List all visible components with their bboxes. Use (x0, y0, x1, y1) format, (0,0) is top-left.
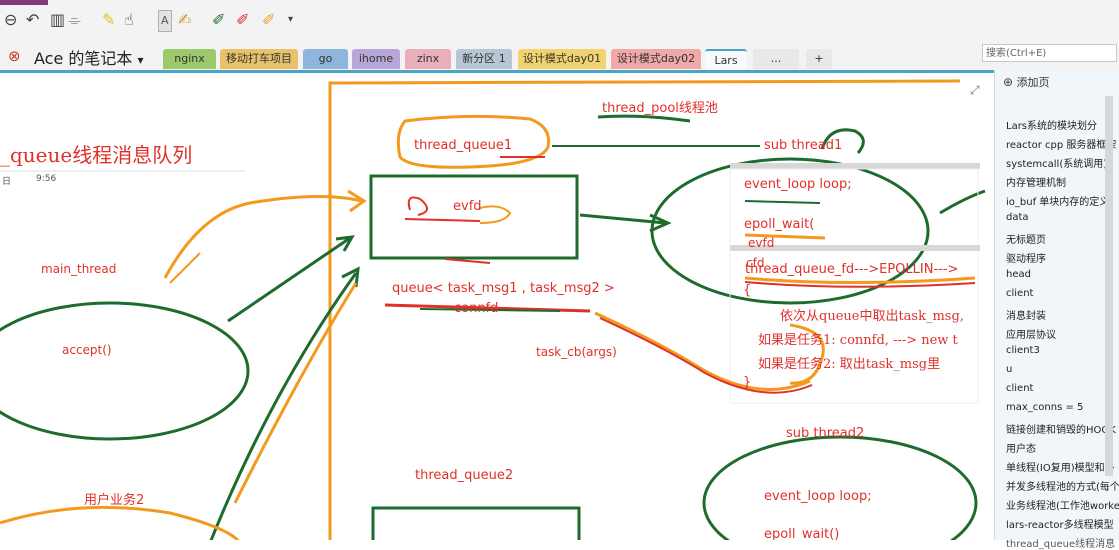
epollin-underline (744, 276, 976, 284)
page-item[interactable]: u (1006, 364, 1012, 375)
evfd-underline (404, 218, 481, 222)
notebook-icon[interactable]: ⊗ (8, 47, 21, 65)
code-epoll-wait2: epoll_wait() (764, 527, 840, 540)
page-item[interactable]: max_conns = 5 (1006, 402, 1083, 413)
pen-red-icon[interactable]: ✐ (236, 10, 249, 30)
tab-6[interactable]: 设计模式day01 (518, 49, 606, 69)
search-input[interactable]: 搜索(Ctrl+E) (982, 44, 1117, 62)
tab-10[interactable]: + (806, 49, 832, 69)
page-item[interactable]: reactor cpp 服务器框架 (1006, 136, 1116, 151)
page-item[interactable]: client (1006, 383, 1033, 394)
page-item[interactable]: head (1006, 269, 1031, 280)
evfd-loop (407, 196, 428, 216)
label-connfd: connfd (454, 301, 499, 316)
page-item[interactable]: 应用层协议 (1006, 326, 1056, 341)
label-queue-msg: queue< task_msg1 , task_msg2 > (392, 281, 615, 296)
plus-circle-icon: ⊕ (1003, 75, 1014, 89)
tab-0[interactable]: nginx (163, 49, 216, 69)
code-event-loop2: event_loop loop; (764, 489, 872, 504)
label-evfd: evfd (453, 199, 482, 214)
code-thread-queue-fd: thread_queue_fd--->EPOLLIN---> (745, 262, 959, 277)
tab-2[interactable]: go (303, 49, 348, 69)
add-page-button[interactable]: ⊕ 添加页 (1003, 74, 1050, 90)
accept-ellipse (0, 301, 250, 441)
code-panel-top (730, 163, 980, 169)
taskcb-curve (594, 311, 811, 391)
code-task2: 如果是任务2: 取出task_msg里 (758, 357, 941, 372)
notebook-title: Ace 的笔记本 (34, 49, 133, 68)
pen-orange-icon[interactable]: ✐ (262, 10, 275, 30)
page-item[interactable]: 驱动程序 (1006, 250, 1046, 265)
queue2-box (371, 506, 581, 540)
main-orange-arrow (163, 194, 363, 279)
back-icon[interactable]: ⊖ (4, 10, 17, 30)
code-brace-close: } (743, 375, 752, 390)
lasso-icon[interactable]: ⌯ (68, 10, 81, 30)
page-title: _queue线程消息队列 (0, 143, 193, 167)
label-thread-queue1: thread_queue1 (414, 138, 513, 153)
label-user-task2: 用户业务2 (84, 493, 145, 508)
tab-3[interactable]: ihome (352, 49, 400, 69)
highlighter-icon[interactable]: ✎ (102, 10, 115, 30)
evfd-orange (479, 205, 512, 224)
code-take-msg: 依次从queue中取出task_msg, (780, 309, 964, 324)
touch-icon[interactable]: ☝ (124, 10, 134, 30)
tab-5[interactable]: 新分区 1 (456, 49, 512, 69)
tab-7[interactable]: 设计模式day02 (611, 49, 701, 69)
label-thread-queue2: thread_queue2 (415, 468, 514, 483)
page-item[interactable]: 业务线程池(工作池worke (1006, 497, 1119, 512)
code-brace-open: { (743, 283, 752, 298)
page-item[interactable]: thread_queue线程消息 (1006, 535, 1115, 550)
add-page-label: 添加页 (1016, 76, 1050, 89)
view-icon[interactable]: ▥ (50, 10, 65, 30)
page-item[interactable]: io_buf 单块内存的定义 (1006, 193, 1109, 208)
lower-orange-arrow (233, 282, 358, 504)
code-evfd: evfd (748, 236, 775, 250)
sidebar-scrollbar[interactable] (1105, 96, 1113, 476)
page-item[interactable]: client3 (1006, 345, 1040, 356)
user-task-ellipse (0, 505, 240, 540)
tab-4[interactable]: zinx (405, 49, 451, 69)
ink-to-text-icon[interactable]: ✍ (178, 10, 191, 30)
tab-1[interactable]: 移动打车项目 (220, 49, 298, 69)
pool-underline (597, 114, 691, 123)
code-task1: 如果是任务1: connfd, ---> new t (758, 333, 958, 348)
tab-9[interactable]: ... (753, 49, 799, 69)
page-item[interactable]: lars-reactor多线程模型 (1006, 516, 1114, 531)
page-item[interactable]: 内存管理机制 (1006, 174, 1066, 189)
tab-8[interactable]: Lars (705, 49, 747, 71)
note-canvas[interactable]: _queue线程消息队列 日 9:56 thread_pool线程池 threa… (0, 70, 994, 540)
page-item[interactable]: 并发多线程池的方式(每个 (1006, 478, 1119, 493)
undo-icon[interactable]: ↶ (26, 10, 39, 30)
page-item[interactable]: 单线程(IO复用)模型和多 (1006, 459, 1115, 474)
code-epoll-wait: epoll_wait( (744, 217, 815, 232)
page-item[interactable]: 用户态 (1006, 440, 1036, 455)
label-sub-thread1: sub thread1 (764, 138, 843, 153)
page-time: 9:56 (36, 174, 57, 184)
page-item[interactable]: 无标题页 (1006, 231, 1046, 246)
text-ink-icon[interactable]: A (158, 10, 172, 32)
page-item[interactable]: client (1006, 288, 1033, 299)
quick-access-toolbar: ⊖ ↶ ▥ ⌯ ✎ ☝ A ✍ ✐ ✐ ✐ ▾ (0, 0, 1119, 44)
notebook-selector[interactable]: Ace 的笔记本 ▾ (34, 45, 144, 69)
page-item[interactable]: systemcall(系统调用) (1006, 155, 1107, 170)
label-sub-thread2: sub thread2 (786, 426, 865, 441)
evfd-box (369, 174, 579, 260)
page-item[interactable]: 消息封装 (1006, 307, 1046, 322)
page-date: 日 (2, 177, 12, 187)
chevron-down-icon: ▾ (137, 53, 144, 67)
page-item[interactable]: Lars系统的模块划分 (1006, 117, 1097, 132)
code-event-loop: event_loop loop; (744, 177, 852, 192)
more-icon[interactable]: ▾ (288, 10, 293, 30)
label-accept: accept() (62, 343, 112, 357)
label-thread-pool: thread_pool线程池 (602, 101, 718, 116)
brand-strip (0, 0, 48, 5)
label-task-cb: task_cb(args) (536, 345, 617, 359)
page-item[interactable]: data (1006, 212, 1029, 223)
expand-icon[interactable]: ⤢ (970, 83, 980, 98)
pen-green-icon[interactable]: ✐ (212, 10, 225, 30)
lower-green-arrow (209, 272, 358, 540)
page-item[interactable]: 链接创建和销毁的HOOK (1006, 421, 1116, 436)
label-main-thread: main_thread (41, 262, 117, 276)
